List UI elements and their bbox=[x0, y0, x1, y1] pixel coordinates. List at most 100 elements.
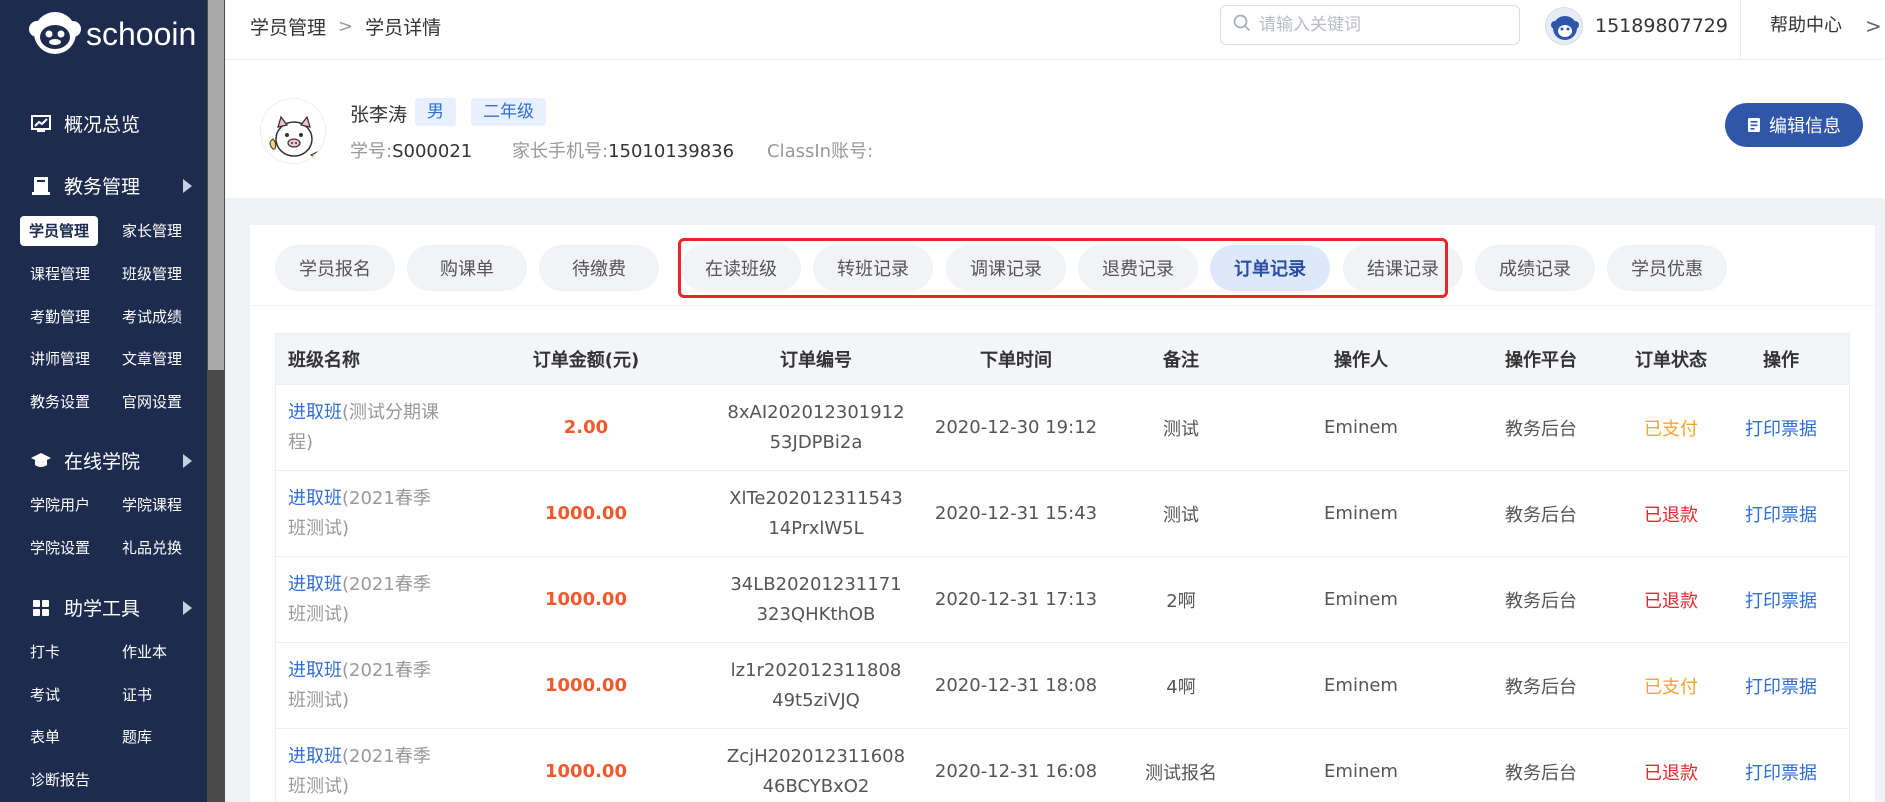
class-link[interactable]: 进取班 bbox=[288, 660, 342, 681]
print-receipt-link[interactable]: 打印票据 bbox=[1726, 471, 1836, 556]
order-number-line2: 14PrxlW5L bbox=[768, 517, 864, 539]
class-name-cell: 进取班(2021春季班测试) bbox=[288, 471, 448, 556]
breadcrumb-student-management[interactable]: 学员管理 bbox=[250, 13, 326, 40]
parent-phone: 家长手机号:15010139836 bbox=[512, 137, 734, 163]
class-name-cell: 进取班(2021春季班测试) bbox=[288, 729, 448, 802]
order-platform: 教务后台 bbox=[1505, 676, 1577, 698]
sidebar-item-gift-exchange[interactable]: 礼品兑换 bbox=[122, 533, 182, 563]
classin-account: ClassIn账号: bbox=[767, 137, 873, 163]
chevron-right-icon[interactable]: > bbox=[1865, 0, 1882, 52]
sidebar-item-checkin[interactable]: 打卡 bbox=[30, 637, 60, 667]
class-link[interactable]: 进取班 bbox=[288, 488, 342, 509]
status-badge: 已支付 bbox=[1644, 418, 1698, 440]
sidebar-item-teachers[interactable]: 讲师管理 bbox=[30, 344, 90, 374]
sidebar-item-articles[interactable]: 文章管理 bbox=[122, 344, 182, 374]
order-operator: Eminem bbox=[1324, 503, 1398, 524]
order-number-line1: XlTe202012311543 bbox=[729, 487, 903, 509]
sidebar-item-question-bank[interactable]: 题库 bbox=[122, 722, 152, 752]
col-order-no: 订单编号 bbox=[780, 350, 852, 371]
tab-purchase-list[interactable]: 购课单 bbox=[407, 245, 527, 291]
search-input[interactable] bbox=[1259, 15, 1499, 35]
class-name-cell: 进取班(2021春季班测试) bbox=[288, 643, 448, 728]
sidebar-item-homework[interactable]: 作业本 bbox=[122, 637, 167, 667]
class-link[interactable]: 进取班 bbox=[288, 402, 342, 423]
sidebar-section-online-academy[interactable]: 在线学院 bbox=[30, 447, 192, 474]
order-time: 2020-12-31 16:08 bbox=[934, 761, 1098, 782]
print-receipt-link[interactable]: 打印票据 bbox=[1726, 557, 1836, 642]
chart-icon bbox=[30, 113, 52, 135]
sidebar-section-label: 助学工具 bbox=[64, 598, 141, 620]
sidebar-item-academy-courses[interactable]: 学院课程 bbox=[122, 490, 182, 520]
tab-score-records[interactable]: 成绩记录 bbox=[1475, 245, 1595, 291]
sidebar-section-learning-tools[interactable]: 助学工具 bbox=[30, 594, 192, 621]
edit-info-button[interactable]: 编辑信息 bbox=[1725, 103, 1863, 147]
gender-tag: 男 bbox=[415, 98, 456, 126]
table-row: 进取班(2021春季班测试) 1000.00 lz1r202012311808 4… bbox=[276, 642, 1849, 728]
sidebar-item-classes[interactable]: 班级管理 bbox=[122, 259, 182, 289]
print-receipt-link[interactable]: 打印票据 bbox=[1726, 729, 1836, 802]
breadcrumb-separator: > bbox=[338, 15, 354, 37]
sidebar-item-forms[interactable]: 表单 bbox=[30, 722, 60, 752]
order-number-line2: 49t5ziVJQ bbox=[772, 689, 860, 711]
order-table: 班级名称 订单金额(元) 订单编号 下单时间 备注 操作人 操作平台 订单状态 … bbox=[275, 333, 1850, 802]
tab-pending-payment[interactable]: 待缴费 bbox=[539, 245, 659, 291]
sidebar-item-attendance[interactable]: 考勤管理 bbox=[30, 302, 90, 332]
user-avatar[interactable] bbox=[1545, 7, 1583, 45]
order-number: lz1r202012311808 49t5ziVJQ bbox=[726, 643, 906, 728]
grade-tag: 二年级 bbox=[471, 98, 546, 126]
tab-student-discounts[interactable]: 学员优惠 bbox=[1607, 245, 1727, 291]
order-platform: 教务后台 bbox=[1505, 418, 1577, 440]
panel-divider bbox=[250, 305, 1875, 306]
sidebar-section-academic[interactable]: 教务管理 bbox=[30, 172, 192, 199]
order-number: 8xAI202012301912 53JDPBi2a bbox=[726, 385, 906, 470]
sidebar-item-academy-settings[interactable]: 学院设置 bbox=[30, 533, 90, 563]
grid-icon bbox=[30, 597, 52, 619]
logo[interactable]: schooin bbox=[28, 8, 196, 60]
class-link[interactable]: 进取班 bbox=[288, 746, 342, 767]
edit-document-icon bbox=[1747, 117, 1761, 133]
print-receipt-link[interactable]: 打印票据 bbox=[1726, 385, 1836, 470]
tab-enrollment[interactable]: 学员报名 bbox=[275, 245, 395, 291]
order-number-line1: ZcjH202012311608 bbox=[726, 745, 906, 767]
order-amount: 1000.00 bbox=[545, 675, 627, 696]
status-badge: 已退款 bbox=[1644, 590, 1698, 612]
sidebar-item-courses[interactable]: 课程管理 bbox=[30, 259, 90, 289]
sidebar-item-exam[interactable]: 考试 bbox=[30, 680, 60, 710]
sidebar-scrollbar[interactable] bbox=[207, 0, 225, 802]
class-name-cell: 进取班(测试分期课程) bbox=[288, 385, 448, 470]
search-icon bbox=[1233, 14, 1251, 36]
sidebar-item-exam-scores[interactable]: 考试成绩 bbox=[122, 302, 182, 332]
col-status: 订单状态 bbox=[1635, 350, 1707, 371]
sidebar-item-academic-settings[interactable]: 教务设置 bbox=[30, 387, 90, 417]
sidebar-item-students[interactable]: 学员管理 bbox=[20, 216, 99, 246]
status-badge: 已退款 bbox=[1644, 504, 1698, 526]
col-order-time: 下单时间 bbox=[980, 350, 1052, 371]
table-row: 进取班(2021春季班测试) 1000.00 XlTe202012311543 1… bbox=[276, 470, 1849, 556]
help-center-link[interactable]: 帮助中心 bbox=[1770, 0, 1842, 52]
print-receipt-link[interactable]: 打印票据 bbox=[1726, 643, 1836, 728]
class-link[interactable]: 进取班 bbox=[288, 574, 342, 595]
sidebar-item-website-settings[interactable]: 官网设置 bbox=[122, 387, 182, 417]
order-number: XlTe202012311543 14PrxlW5L bbox=[726, 471, 906, 556]
order-time: 2020-12-31 18:08 bbox=[934, 675, 1098, 696]
order-remark: 4啊 bbox=[1166, 676, 1196, 698]
sidebar-item-parents[interactable]: 家长管理 bbox=[122, 216, 182, 246]
order-number-line1: 34LB20201231171 bbox=[730, 573, 902, 595]
col-operator: 操作人 bbox=[1334, 350, 1388, 371]
sidebar-item-certificate[interactable]: 证书 bbox=[122, 680, 152, 710]
table-row: 进取班(2021春季班测试) 1000.00 ZcjH202012311608 4… bbox=[276, 728, 1849, 802]
order-number: ZcjH202012311608 46BCYBxO2 bbox=[726, 729, 906, 802]
order-amount: 1000.00 bbox=[545, 761, 627, 782]
sidebar-item-academy-users[interactable]: 学院用户 bbox=[30, 490, 90, 520]
search-box[interactable] bbox=[1220, 5, 1520, 45]
scrollbar-thumb[interactable] bbox=[208, 0, 224, 370]
account-phone[interactable]: 15189807729 bbox=[1595, 0, 1728, 52]
edit-info-label: 编辑信息 bbox=[1769, 116, 1841, 137]
order-operator: Eminem bbox=[1324, 761, 1398, 782]
graduation-cap-icon bbox=[30, 450, 52, 472]
sidebar-item-diagnosis-report[interactable]: 诊断报告 bbox=[30, 765, 90, 795]
classin-account-label: ClassIn账号: bbox=[767, 141, 874, 162]
sidebar-section-overview[interactable]: 概况总览 bbox=[30, 110, 190, 137]
order-operator: Eminem bbox=[1324, 589, 1398, 610]
order-operator: Eminem bbox=[1324, 417, 1398, 438]
